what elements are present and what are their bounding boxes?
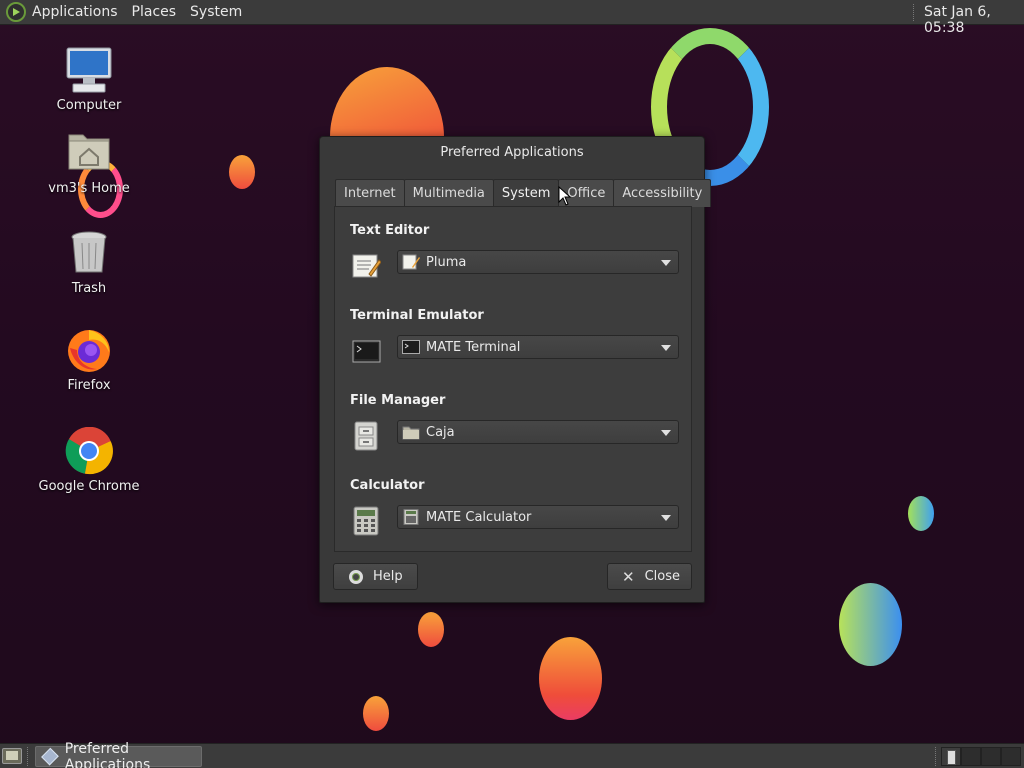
workspace-1[interactable] bbox=[941, 747, 961, 766]
section-title-text-editor: Text Editor bbox=[350, 223, 430, 238]
close-button[interactable]: ✕ Close bbox=[607, 563, 692, 590]
desktop-icon-label: Computer bbox=[56, 98, 122, 113]
panel-separator bbox=[27, 747, 28, 766]
tab-bar: Internet Multimedia System Office Access… bbox=[335, 179, 712, 208]
bottom-panel: Preferred Applications bbox=[0, 741, 1024, 768]
desktop-icon-label: vm3's Home bbox=[48, 181, 130, 196]
file-manager-icon bbox=[351, 421, 381, 451]
mate-calculator-icon bbox=[402, 509, 420, 525]
terminal-emulator-combo[interactable]: MATE Terminal bbox=[397, 335, 679, 359]
menu-applications[interactable]: Applications bbox=[32, 4, 118, 20]
firefox-icon bbox=[65, 326, 113, 374]
desktop-icon-computer[interactable]: Computer bbox=[29, 46, 149, 113]
wallpaper-orange-dot bbox=[229, 155, 255, 189]
workspace-4[interactable] bbox=[1001, 747, 1021, 766]
close-icon: ✕ bbox=[622, 567, 635, 586]
workspace-switcher[interactable] bbox=[941, 747, 1021, 766]
panel-separator bbox=[935, 747, 936, 766]
home-folder-icon bbox=[65, 129, 113, 177]
text-editor-icon bbox=[351, 252, 382, 280]
tab-multimedia[interactable]: Multimedia bbox=[403, 179, 494, 207]
system-tab-panel: Text Editor Terminal Emulator File Manag… bbox=[334, 206, 692, 552]
wallpaper-blue-dot bbox=[908, 496, 934, 531]
pluma-icon bbox=[402, 254, 420, 270]
calculator-combo[interactable]: MATE Calculator bbox=[397, 505, 679, 529]
clock[interactable]: Sat Jan 6, 05:38 bbox=[924, 4, 1024, 36]
top-panel: Applications Places System Sat Jan 6, 05… bbox=[0, 0, 1024, 36]
wallpaper-blue-blob bbox=[839, 583, 902, 666]
chevron-down-icon bbox=[661, 430, 671, 436]
chevron-down-icon bbox=[661, 515, 671, 521]
calculator-icon bbox=[351, 506, 381, 536]
chevron-down-icon bbox=[661, 260, 671, 266]
desktop-icon-firefox[interactable]: Firefox bbox=[29, 326, 149, 393]
computer-icon bbox=[65, 46, 113, 94]
caja-icon bbox=[402, 424, 420, 440]
workspace-2[interactable] bbox=[961, 747, 981, 766]
close-button-label: Close bbox=[644, 569, 680, 584]
taskbar-button-label: Preferred Applications bbox=[64, 740, 151, 768]
chevron-down-icon bbox=[661, 345, 671, 351]
dialog-title[interactable]: Preferred Applications bbox=[320, 137, 704, 169]
section-title-file-manager: File Manager bbox=[350, 393, 446, 408]
wallpaper-orange-dot bbox=[363, 696, 389, 731]
desktop-icon-label: Firefox bbox=[67, 378, 111, 393]
text-editor-value: Pluma bbox=[426, 254, 467, 270]
tab-internet[interactable]: Internet bbox=[335, 179, 405, 207]
tab-accessibility[interactable]: Accessibility bbox=[613, 179, 712, 207]
trash-icon bbox=[65, 229, 113, 277]
preferred-applications-dialog: Preferred Applications Internet Multimed… bbox=[319, 136, 712, 603]
desktop-icon-chrome[interactable]: Google Chrome bbox=[29, 426, 149, 494]
menu-system[interactable]: System bbox=[190, 4, 242, 20]
help-button-label: Help bbox=[373, 569, 403, 584]
help-icon bbox=[349, 569, 363, 584]
desktop-icon-home[interactable]: vm3's Home bbox=[29, 129, 149, 196]
file-manager-combo[interactable]: Caja bbox=[397, 420, 679, 444]
section-title-terminal-emulator: Terminal Emulator bbox=[350, 308, 484, 323]
chrome-icon bbox=[65, 426, 113, 475]
wallpaper-orange-blob bbox=[539, 637, 602, 720]
show-desktop-button[interactable] bbox=[2, 748, 22, 764]
workspace-3[interactable] bbox=[981, 747, 1001, 766]
desktop-icon-label: Google Chrome bbox=[38, 479, 140, 494]
file-manager-value: Caja bbox=[426, 424, 455, 440]
terminal-emulator-value: MATE Terminal bbox=[426, 339, 521, 355]
mate-terminal-icon bbox=[402, 339, 420, 355]
preferred-applications-icon bbox=[41, 747, 59, 766]
menu-places[interactable]: Places bbox=[132, 4, 177, 20]
section-title-calculator: Calculator bbox=[350, 478, 425, 493]
mouse-cursor-icon bbox=[558, 185, 572, 206]
panel-separator bbox=[913, 4, 915, 21]
terminal-icon bbox=[351, 337, 381, 365]
desktop-icon-trash[interactable]: Trash bbox=[29, 229, 149, 296]
desktop-icon-label: Trash bbox=[71, 281, 107, 296]
tab-system[interactable]: System bbox=[492, 179, 560, 208]
text-editor-combo[interactable]: Pluma bbox=[397, 250, 679, 274]
taskbar-button-preferred-applications[interactable]: Preferred Applications bbox=[35, 741, 202, 768]
help-button[interactable]: Help bbox=[333, 563, 418, 590]
wallpaper-orange-dot bbox=[418, 612, 444, 647]
mate-logo-icon[interactable] bbox=[6, 2, 26, 22]
calculator-value: MATE Calculator bbox=[426, 509, 532, 525]
